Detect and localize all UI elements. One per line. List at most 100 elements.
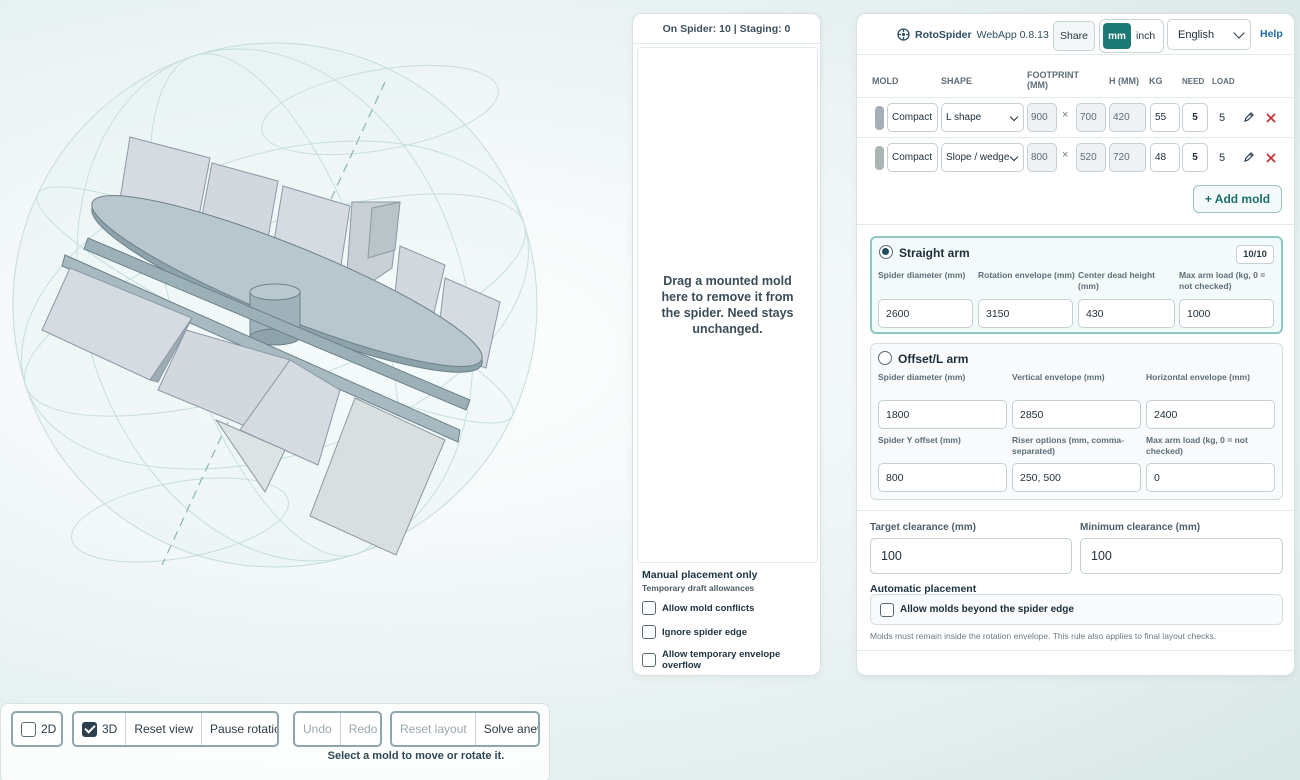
view-2d-group: 2D [11,711,63,747]
toggle-2d[interactable]: 2D [13,713,61,745]
straight-arm-title: Straight arm [899,246,970,260]
spider-diameter-input[interactable]: 2600 [878,299,973,328]
table-row[interactable]: Compact Slope / wedge 800 × 520 720 48 5… [857,139,1294,177]
times-symbol: × [1062,149,1069,161]
target-clearance-label: Target clearance (mm) [870,522,976,533]
ignore-spider-edge-checkbox[interactable] [642,625,656,639]
col-load: LOAD [1212,77,1235,86]
straight-arm-card[interactable]: Straight arm 10/10 Spider diameter (mm) … [870,236,1283,334]
vertical-envelope-input[interactable]: 2850 [1012,400,1141,429]
offset-max-arm-load-input[interactable]: 0 [1146,463,1275,492]
spider-3d-scene[interactable] [0,0,625,700]
share-button[interactable]: Share [1053,21,1095,51]
col-shape: SHAPE [941,76,973,86]
shape-select[interactable]: L shape [941,103,1024,132]
center-dead-height-input[interactable]: 430 [1078,299,1175,328]
checkbox-3d[interactable] [82,721,97,737]
minimum-clearance-label: Minimum clearance (mm) [1080,522,1201,533]
target-clearance-input[interactable]: 100 [870,538,1072,574]
col-footprint: FOOTPRINT (MM) [1027,70,1079,90]
envelope-rule-note: Molds must remain inside the rotation en… [870,631,1217,641]
load-value: 5 [1219,152,1226,164]
table-row[interactable]: Compact L shape 900 × 700 420 55 5 5 [857,99,1294,137]
allow-envelope-overflow-option[interactable]: Allow temporary envelope overflow [642,649,817,671]
offset-spider-diameter-label: Spider diameter (mm) [878,372,966,382]
rotation-envelope-label: Rotation envelope (mm) [978,270,1075,280]
spider-diameter-label: Spider diameter (mm) [878,270,966,280]
allow-mold-conflicts-checkbox[interactable] [642,601,656,615]
add-mold-button[interactable]: + Add mold [1193,185,1282,213]
footprint-width-field[interactable]: 900 [1027,103,1057,132]
app-header: RotoSpider WebApp 0.8.13 Share mm inch E… [857,14,1294,54]
riser-options-label: Riser options (mm, comma-separated) [1012,435,1124,456]
straight-arm-radio[interactable] [879,245,893,259]
mold-color-swatch[interactable] [875,106,884,130]
offset-arm-radio[interactable] [878,351,892,365]
reset-layout-button[interactable]: Reset layout [392,713,476,745]
manual-placement-section: Manual placement only Temporary draft al… [642,569,817,671]
ignore-spider-edge-option[interactable]: Ignore spider edge [642,625,817,639]
allow-beyond-edge-checkbox[interactable] [880,602,894,617]
brand: RotoSpider WebApp 0.8.13 [897,28,1049,41]
view-toolbar: 2D 3D Reset view Pause rotation Undo Red… [0,703,550,780]
allow-envelope-overflow-label: Allow temporary envelope overflow [662,649,781,671]
shape-value: Slope / wedge [946,152,1010,163]
delete-icon[interactable] [1266,153,1276,163]
reset-view-button[interactable]: Reset view [126,713,203,745]
dropzone-text: Drag a mounted mold here to remove it fr… [661,274,794,336]
ignore-spider-edge-label: Ignore spider edge [662,626,747,638]
footprint-depth-field[interactable]: 520 [1076,143,1106,172]
vertical-envelope-label: Vertical envelope (mm) [1012,372,1105,382]
offset-arm-title: Offset/L arm [898,352,969,366]
height-field[interactable]: 720 [1109,143,1146,172]
allow-mold-conflicts-option[interactable]: Allow mold conflicts [642,601,817,615]
mold-type-field[interactable]: Compact [887,143,938,172]
unit-inch-button[interactable]: inch [1134,30,1155,42]
offset-spider-diameter-input[interactable]: 1800 [878,400,1007,429]
pencil-icon[interactable] [1243,151,1255,163]
riser-options-input[interactable]: 250, 500 [1012,463,1141,492]
height-field[interactable]: 420 [1109,103,1146,132]
solve-anew-button[interactable]: Solve anew [476,713,538,745]
remove-dropzone[interactable]: Drag a mounted mold here to remove it fr… [637,47,818,563]
allow-beyond-edge-option[interactable]: Allow molds beyond the spider edge [870,594,1283,625]
spider-logo-icon [897,28,910,41]
pause-rotation-button[interactable]: Pause rotation [202,713,277,745]
history-group: Undo Redo [293,711,382,747]
weight-field[interactable]: 55 [1150,103,1180,132]
rotation-envelope-input[interactable]: 3150 [978,299,1073,328]
chevron-down-icon [1009,112,1019,122]
footprint-depth-field[interactable]: 700 [1076,103,1106,132]
mold-color-swatch[interactable] [875,146,884,170]
allow-mold-conflicts-label: Allow mold conflicts [662,602,755,614]
offset-max-arm-load-label: Max arm load (kg, 0 = not checked) [1146,435,1248,456]
redo-button[interactable]: Redo [341,713,380,745]
weight-field[interactable]: 48 [1150,143,1180,172]
spider-y-offset-label: Spider Y offset (mm) [878,435,961,445]
spider-y-offset-input[interactable]: 800 [878,463,1007,492]
need-field[interactable]: 5 [1182,143,1208,172]
language-select[interactable]: English [1167,19,1251,50]
view-3d-group: 3D Reset view Pause rotation [72,711,279,747]
footprint-width-field[interactable]: 800 [1027,143,1057,172]
horizontal-envelope-input[interactable]: 2400 [1146,400,1275,429]
offset-arm-card[interactable]: Offset/L arm Spider diameter (mm) Vertic… [870,343,1283,500]
unit-mm-button[interactable]: mm [1103,23,1131,49]
toggle-3d[interactable]: 3D [74,713,127,745]
allow-envelope-overflow-checkbox[interactable] [642,653,656,667]
allow-beyond-edge-label: Allow molds beyond the spider edge [900,604,1074,615]
manual-placement-subtitle: Temporary draft allowances [642,583,755,593]
3d-viewport[interactable] [0,0,625,700]
max-arm-load-input[interactable]: 1000 [1179,299,1274,328]
help-link[interactable]: Help [1260,28,1283,40]
manual-placement-title: Manual placement only [642,569,758,581]
undo-button[interactable]: Undo [295,713,341,745]
shape-value: L shape [946,112,982,123]
mold-type-field[interactable]: Compact [887,103,938,132]
checkbox-2d[interactable] [21,721,36,737]
minimum-clearance-input[interactable]: 100 [1080,538,1283,574]
pencil-icon[interactable] [1243,111,1255,123]
need-field[interactable]: 5 [1182,103,1208,132]
delete-icon[interactable] [1266,113,1276,123]
shape-select[interactable]: Slope / wedge [941,143,1024,172]
